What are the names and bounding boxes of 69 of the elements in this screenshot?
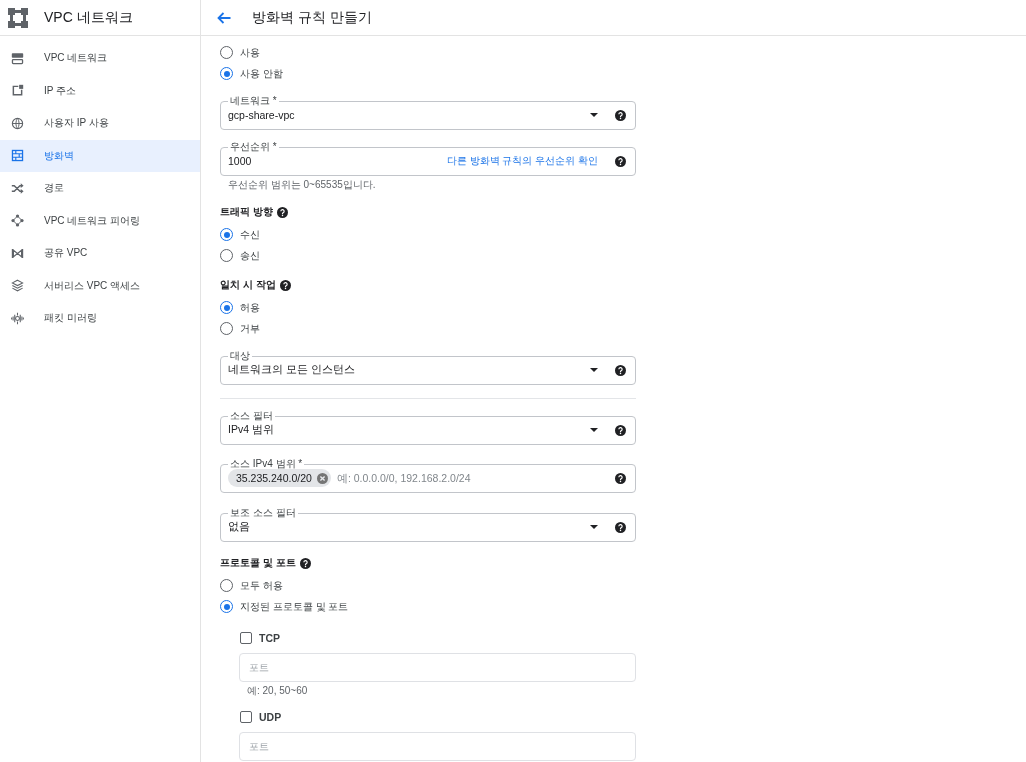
help-icon[interactable] <box>615 155 626 167</box>
nav-item[interactable]: 공유 VPC <box>0 237 200 270</box>
bowtie-icon <box>11 246 24 260</box>
checkbox[interactable] <box>240 711 252 723</box>
radio-label: 수신 <box>240 227 260 242</box>
caret-icon[interactable] <box>590 525 598 529</box>
field-label: 우선순위 * <box>229 141 278 153</box>
radio-label: 사용 <box>240 45 260 60</box>
field-label: 보조 소스 필터 <box>229 507 297 519</box>
checkbox-label: UDP <box>259 711 282 723</box>
radio-label: 사용 안함 <box>240 66 283 81</box>
square-corner-icon <box>11 84 24 98</box>
select-field[interactable]: 네트워크 * gcp-share-vpc <box>220 95 636 130</box>
field-label: 대상 <box>229 350 251 362</box>
diamond-nodes-icon <box>11 214 24 228</box>
sidebar-title: VPC 네트워크 <box>44 8 133 27</box>
chips-field[interactable]: 소스 IPv4 범위 * 35.235.240.0/20 예: 0.0.0.0/0, 192.168.2.0/24 <box>220 458 636 493</box>
help-icon[interactable] <box>299 557 311 569</box>
section-heading: 프로토콜 및 포트 <box>220 556 296 570</box>
field-label: 소스 필터 <box>229 410 274 422</box>
field-hint: 우선순위 범위는 0~65535입니다. <box>227 179 376 191</box>
select-field[interactable]: 대상 네트워크의 모든 인스턴스 <box>220 350 636 385</box>
port-hint: 예: 20, 50~60 <box>246 685 308 697</box>
shuffle-icon <box>11 181 24 195</box>
field-label: 소스 IPv4 범위 * <box>229 458 304 470</box>
help-icon[interactable] <box>615 424 626 436</box>
caret-icon[interactable] <box>590 113 598 117</box>
nav-item[interactable]: VPC 네트워크 <box>0 42 200 75</box>
back-arrow-icon[interactable] <box>217 11 231 24</box>
select-field[interactable]: 보조 소스 필터 없음 <box>220 507 636 542</box>
priority-link[interactable]: 다른 방화벽 규칙의 우선순위 확인 <box>446 154 598 168</box>
help-icon[interactable] <box>276 206 288 218</box>
select-field[interactable]: 소스 필터 IPv4 범위 <box>220 410 636 445</box>
radio-label: 거부 <box>240 321 260 336</box>
nav-item[interactable]: 경로 <box>0 172 200 205</box>
checkbox[interactable] <box>240 632 252 644</box>
help-icon[interactable] <box>615 521 626 533</box>
section-heading: 트래픽 방향 <box>220 205 273 219</box>
ip-range-chip[interactable]: 35.235.240.0/20 <box>228 469 331 487</box>
server-stack-icon <box>11 51 24 65</box>
brick-wall-icon <box>11 149 24 163</box>
caret-icon[interactable] <box>590 428 598 432</box>
help-icon[interactable] <box>279 279 291 291</box>
nav-item[interactable]: 패킷 미러링 <box>0 302 200 335</box>
section-heading: 일치 시 작업 <box>220 278 276 292</box>
field-label: 네트워크 * <box>229 95 278 107</box>
text-field[interactable]: 우선순위 * 1000 다른 방화벽 규칙의 우선순위 확인 <box>220 141 636 176</box>
globe-icon <box>11 116 24 130</box>
checkbox-label: TCP <box>259 632 280 644</box>
radio-label: 모두 허용 <box>240 578 283 593</box>
signal-bars-icon <box>11 311 24 325</box>
port-input[interactable]: 포트 <box>239 732 636 761</box>
nav-item[interactable]: 사용자 IP 사용 <box>0 107 200 140</box>
help-icon[interactable] <box>615 109 626 121</box>
layers-icon <box>11 279 24 293</box>
radio-label: 허용 <box>240 300 260 315</box>
network-logo-icon <box>8 7 28 28</box>
page-title: 방화벽 규칙 만들기 <box>252 8 372 27</box>
nav-item[interactable]: 방화벽 <box>0 139 200 172</box>
port-input[interactable]: 포트 <box>239 653 636 682</box>
caret-icon[interactable] <box>590 368 598 372</box>
remove-icon[interactable] <box>316 472 328 484</box>
nav-item[interactable]: 서버리스 VPC 액세스 <box>0 269 200 302</box>
radio-label: 송신 <box>240 248 260 263</box>
nav-item[interactable]: IP 주소 <box>0 74 200 107</box>
radio-label: 지정된 프로토콜 및 포트 <box>240 599 349 614</box>
help-icon[interactable] <box>615 472 626 484</box>
nav-item[interactable]: VPC 네트워크 피어링 <box>0 204 200 237</box>
help-icon[interactable] <box>615 364 626 376</box>
